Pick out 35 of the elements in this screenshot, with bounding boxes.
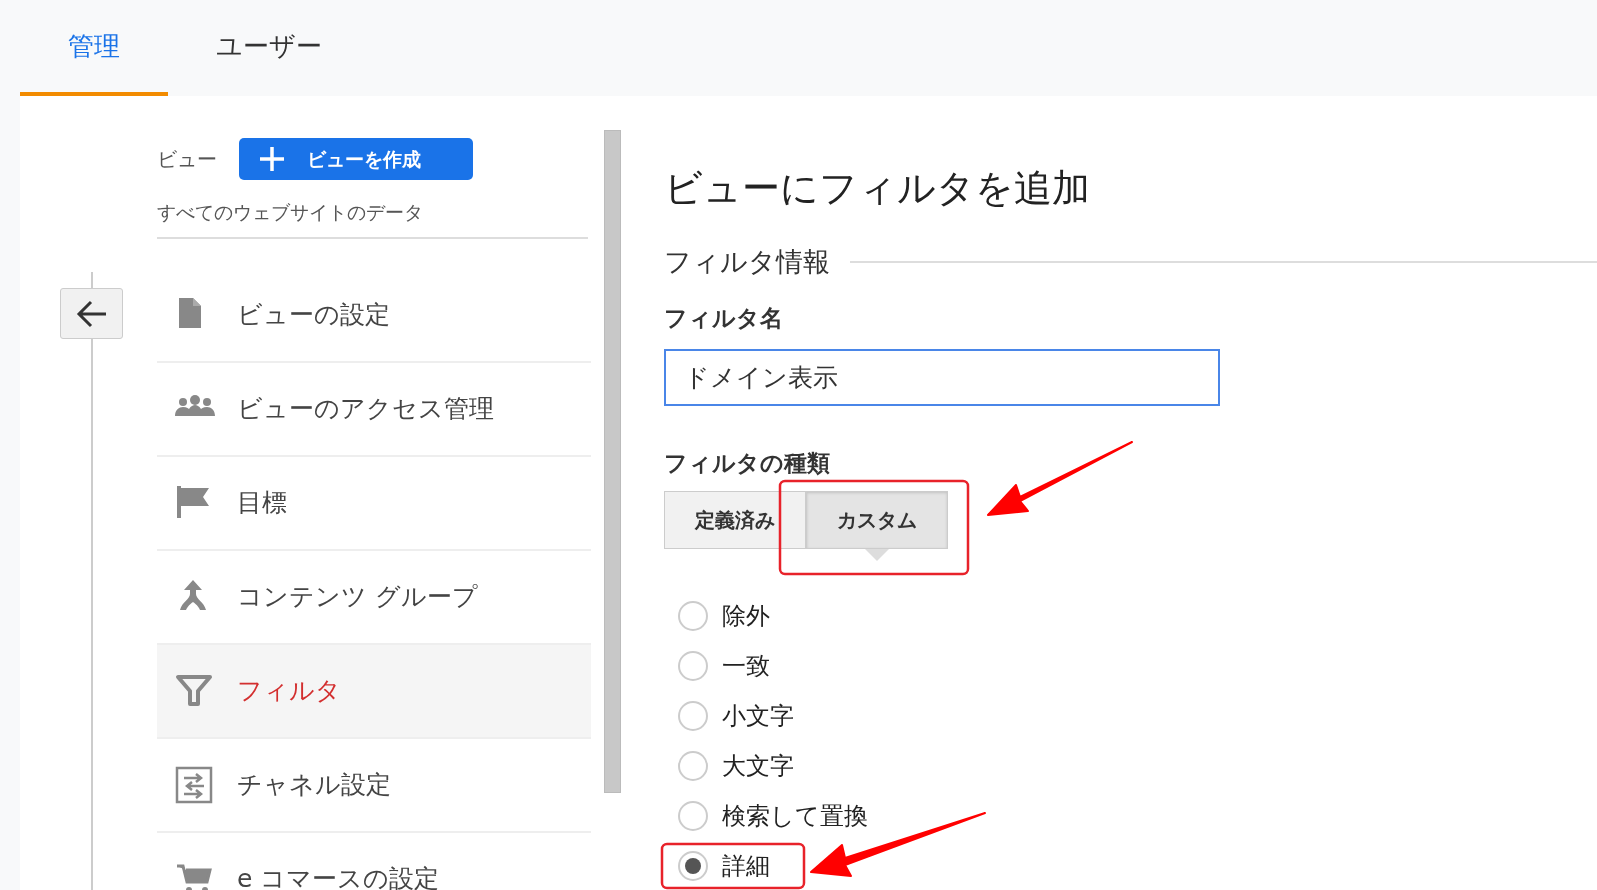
scrollbar[interactable]	[604, 130, 621, 793]
filter-type-tab[interactable]: カスタム	[806, 490, 948, 549]
filter-name-field[interactable]: ドメイン表示	[664, 349, 1220, 406]
section-heading: フィルタ情報	[664, 245, 830, 279]
back-arrow-icon	[75, 298, 108, 329]
option-label: 詳細	[722, 850, 770, 882]
menu-item[interactable]: e コマースの設定	[157, 832, 591, 890]
radio-button[interactable]	[678, 800, 708, 831]
pointer-triangle	[865, 548, 889, 561]
view-label: ビュー	[157, 146, 217, 173]
plus-icon	[259, 146, 285, 172]
option-label: 大文字	[722, 750, 794, 782]
page-title: ビューにフィルタを追加	[664, 165, 1091, 212]
option-label: 検索して置換	[722, 800, 868, 832]
back-button[interactable]	[60, 288, 123, 339]
view-name: すべてのウェブサイトのデータ	[157, 198, 588, 239]
menu-item[interactable]: フィルタ	[157, 644, 591, 739]
menu-item[interactable]: 目標	[157, 456, 591, 551]
radio-button[interactable]	[678, 850, 708, 881]
radio-button[interactable]	[678, 650, 708, 681]
menu-item[interactable]: チャネル設定	[157, 738, 591, 833]
tab[interactable]: ユーザー	[168, 0, 370, 96]
radio-button[interactable]	[678, 700, 708, 731]
menu-item[interactable]: ビューの設定	[157, 268, 591, 363]
option-label: 一致	[722, 650, 770, 682]
field-label: フィルタ名	[664, 303, 784, 333]
menu-item[interactable]: ビューのアクセス管理	[157, 362, 591, 457]
option-label: 除外	[722, 600, 770, 632]
channel-settings-icon	[175, 765, 215, 804]
option-label: 小文字	[722, 700, 794, 732]
field-label: フィルタの種類	[664, 449, 831, 478]
create-view-button[interactable]: ビューを作成	[239, 138, 473, 180]
radio-button[interactable]	[678, 600, 708, 631]
radio-button[interactable]	[678, 750, 708, 781]
filter-type-tab[interactable]: 定義済み	[664, 490, 806, 549]
